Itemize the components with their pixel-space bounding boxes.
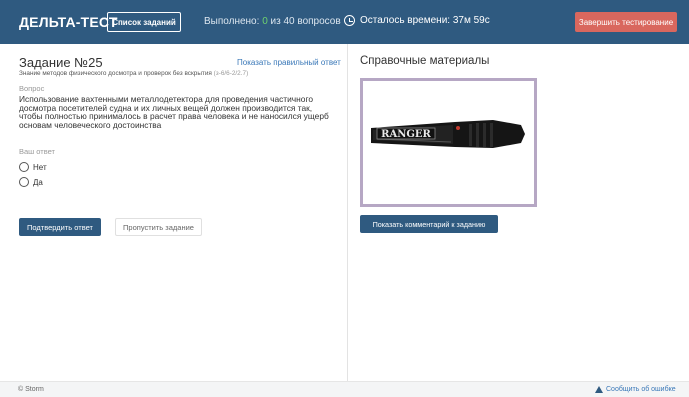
answer-option-yes[interactable]: Да: [19, 177, 43, 187]
report-error-label: Сообщить об ошибке: [606, 386, 676, 393]
task-list-button[interactable]: Список заданий: [107, 12, 181, 32]
answer-option-no[interactable]: Нет: [19, 162, 47, 172]
task-title: Задание №25: [19, 55, 103, 70]
copyright: © Storm: [18, 386, 44, 393]
report-error-link[interactable]: Сообщить об ошибке: [595, 386, 676, 393]
reference-title: Справочные материалы: [360, 55, 490, 67]
question-label: Вопрос: [19, 84, 45, 93]
skip-task-button[interactable]: Пропустить задание: [115, 218, 202, 236]
question-text: Использование вахтенными металлодетектор…: [19, 94, 329, 130]
show-correct-answer-link[interactable]: Показать правильный ответ: [237, 58, 341, 67]
topic-text: Знание методов физического досмотра и пр…: [19, 70, 214, 77]
task-topic: Знание методов физического досмотра и пр…: [19, 70, 248, 77]
brand-label: RANGER: [381, 129, 431, 140]
radio-button[interactable]: [19, 177, 29, 187]
confirm-answer-button[interactable]: Подтвердить ответ: [19, 218, 101, 236]
app-logo: ДЕЛЬТА-ТЕСТ: [19, 14, 118, 30]
header-bar: ДЕЛЬТА-ТЕСТ Список заданий Выполнено: 0 …: [0, 0, 689, 44]
reference-image: RANGER: [360, 78, 537, 207]
metal-detector-image: RANGER: [363, 81, 534, 204]
footer-bar: © Storm Сообщить об ошибке: [0, 381, 689, 397]
show-comment-button[interactable]: Показать комментарий к заданию: [360, 215, 498, 233]
warning-triangle-icon: [595, 386, 603, 393]
timer-text: Осталось времени: 37м 59с: [360, 15, 490, 26]
time-remaining: Осталось времени: 37м 59с: [344, 15, 490, 26]
finish-test-button[interactable]: Завершить тестирование: [575, 12, 677, 32]
clock-icon: [344, 15, 355, 26]
topic-code: (з-6/6-2/2.7): [213, 70, 249, 77]
option-label: Нет: [33, 162, 47, 172]
progress-prefix: Выполнено:: [204, 16, 263, 27]
answer-label: Ваш ответ: [19, 147, 55, 156]
progress-suffix: из 40 вопросов: [267, 16, 341, 27]
option-label: Да: [33, 177, 43, 187]
pane-divider: [347, 44, 348, 381]
progress-status: Выполнено: 0 из 40 вопросов: [204, 16, 341, 27]
radio-button[interactable]: [19, 162, 29, 172]
